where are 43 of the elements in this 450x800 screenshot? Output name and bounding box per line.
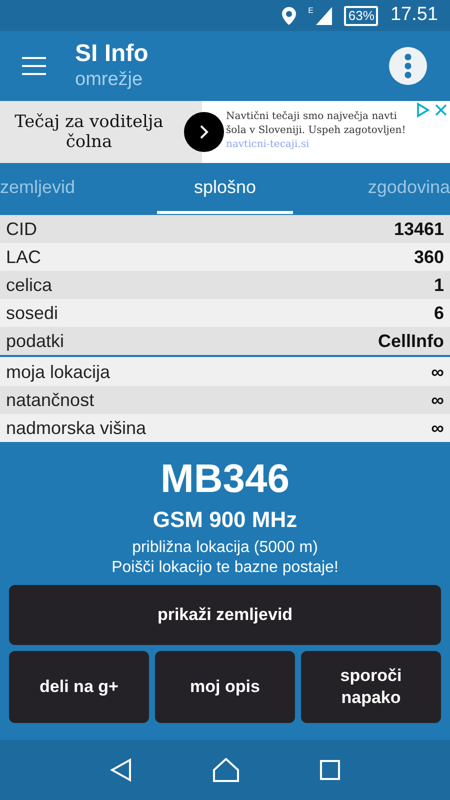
row-value: 360 xyxy=(414,246,444,268)
ad-text: Navtični tečaji smo največja navti xyxy=(226,110,398,124)
chevron-icon xyxy=(199,124,209,140)
ad-banner[interactable]: Tečaj za voditelja čolna Navtični tečaji smo največja navti šola v Sloveniji. Uspeh zagotovljen! navticni-tecaji.si xyxy=(0,101,450,163)
row-label: sosedi xyxy=(6,302,58,324)
app-subtitle: omrežje xyxy=(75,68,144,92)
row-label: CID xyxy=(6,218,37,240)
band-label: GSM 900 MHz xyxy=(152,506,298,534)
row-value: CellInfo xyxy=(378,330,444,352)
clock: 17.51 xyxy=(390,3,438,28)
menu-icon[interactable] xyxy=(22,57,46,75)
hint-text: Poišči lokacijo te bazne postaje! xyxy=(112,558,338,578)
row-value: 13461 xyxy=(394,218,444,240)
row-label: podatki xyxy=(6,330,64,353)
recents-icon[interactable] xyxy=(320,760,340,780)
location-note: približna lokacija (5000 m) xyxy=(132,538,318,558)
ad-text: šola v Sloveniji. Uspeh zagotovljen! xyxy=(226,124,406,138)
more-icon[interactable] xyxy=(388,46,428,86)
network-type: E xyxy=(308,6,314,14)
row-label: moja lokacija xyxy=(6,360,110,384)
location-icon xyxy=(282,6,296,24)
action-button[interactable]: moj opis xyxy=(155,651,295,723)
arrow-button[interactable] xyxy=(184,112,224,152)
action-button[interactable]: deli na g+ xyxy=(9,651,149,723)
row-value: ∞ xyxy=(431,388,444,412)
action-button[interactable]: sporoči napako xyxy=(301,651,441,723)
row-label: natančnost xyxy=(6,388,94,412)
row-value: ∞ xyxy=(431,360,444,384)
row-value: ∞ xyxy=(431,416,444,440)
row-label: celica xyxy=(6,274,52,296)
back-icon[interactable] xyxy=(110,758,132,782)
battery-indicator: 63% xyxy=(344,6,378,26)
app-title: SI Info xyxy=(75,40,150,68)
ad-headline: Tečaj za voditelja čolna xyxy=(14,112,164,152)
map-button[interactable]: prikaži zemljevid xyxy=(9,585,441,645)
adchoices-icon[interactable] xyxy=(414,101,432,119)
row-label: LAC xyxy=(6,246,42,268)
station-name: MB346 xyxy=(160,456,290,502)
row-label: nadmorska višina xyxy=(6,416,146,440)
home-icon[interactable] xyxy=(212,758,239,782)
row-value: 1 xyxy=(434,274,444,296)
row-value: 6 xyxy=(434,302,444,324)
signal-icon xyxy=(314,6,332,24)
